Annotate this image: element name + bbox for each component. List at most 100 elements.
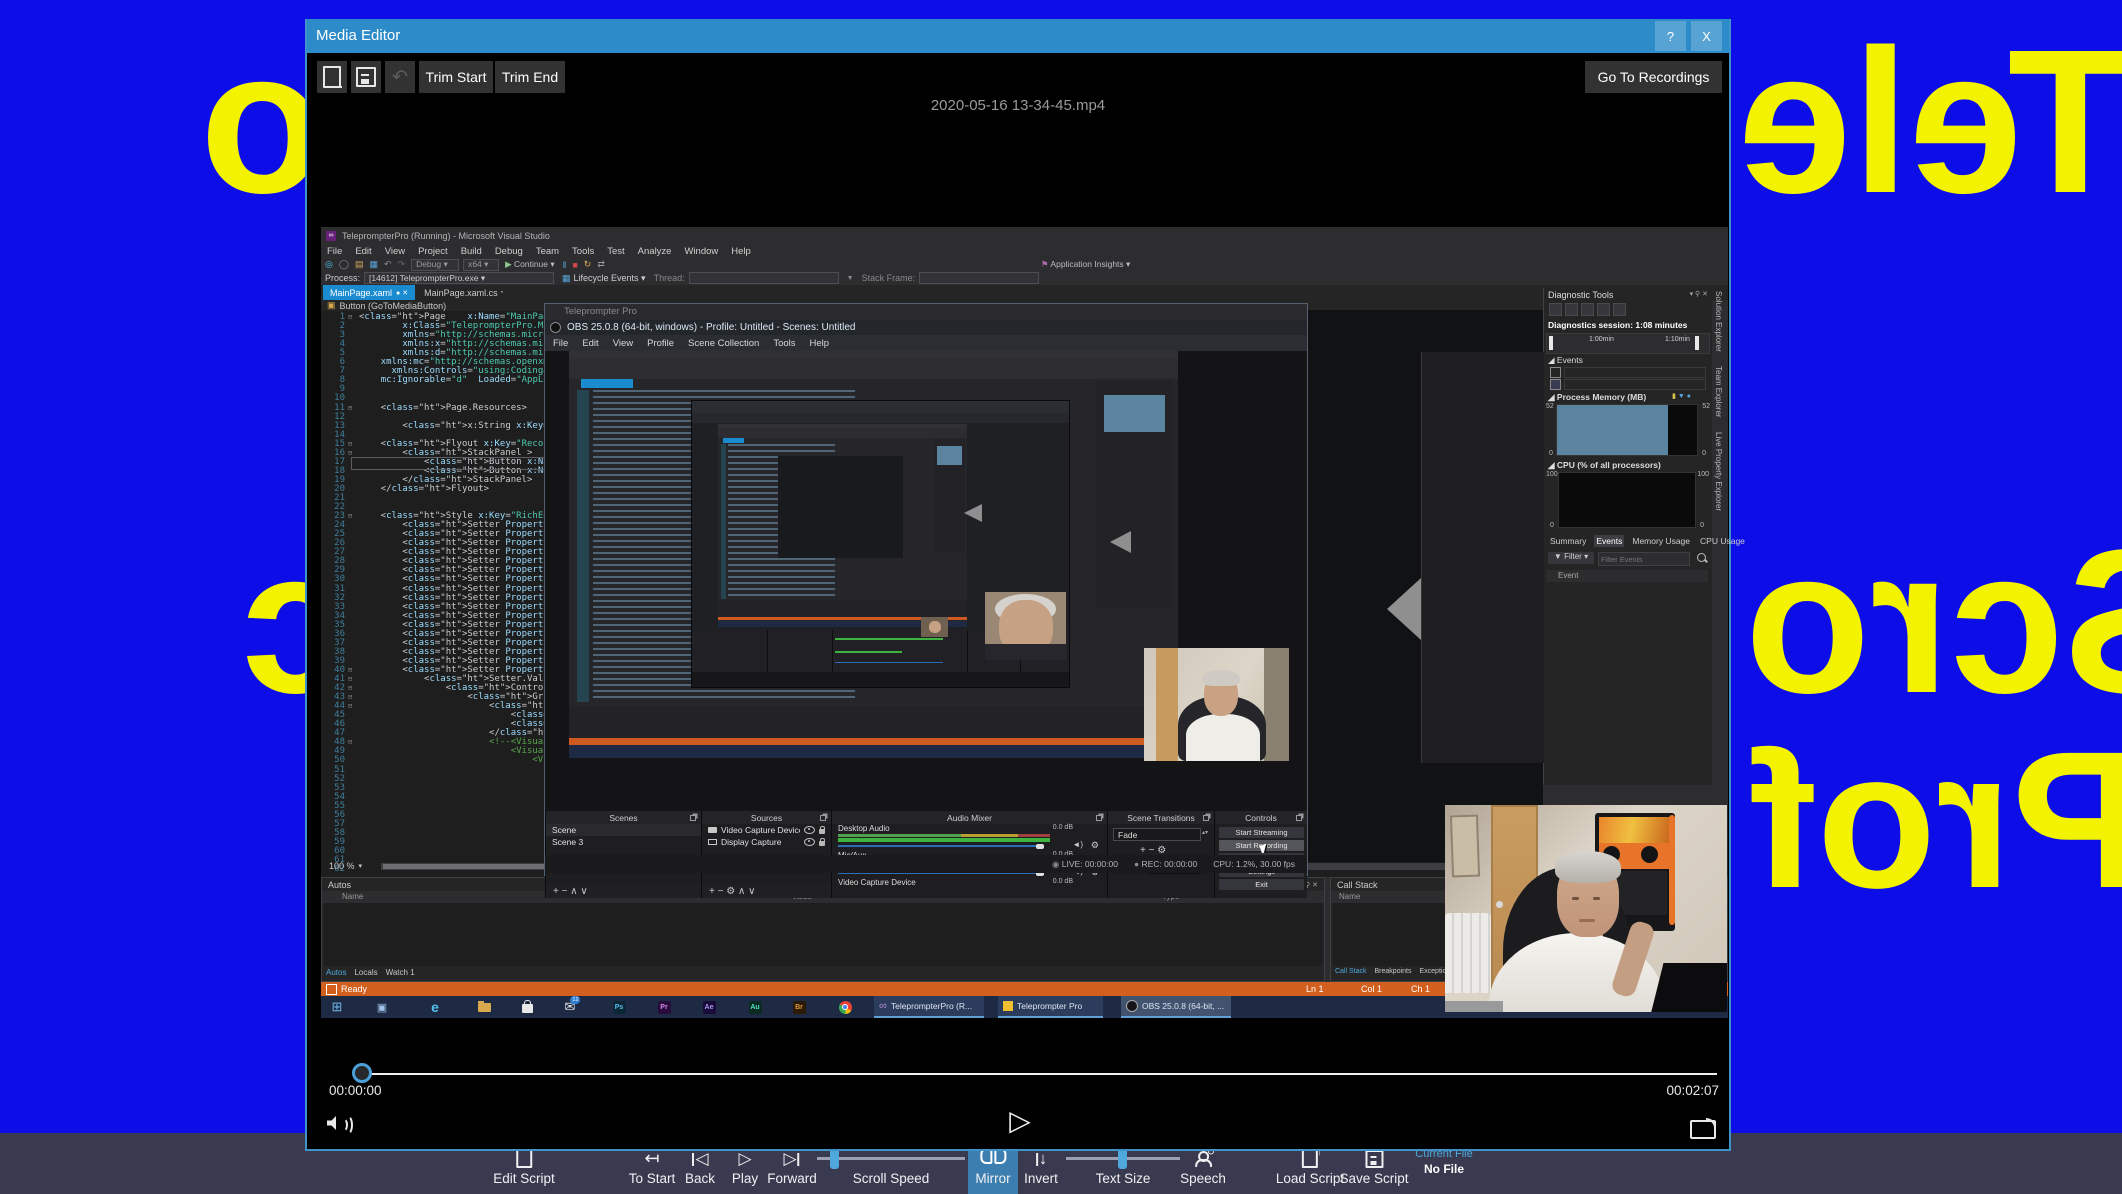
sources-toolbar[interactable]: + − ⚙ ∧ ∨ bbox=[702, 885, 831, 898]
fold-marker[interactable]: ⊟ bbox=[348, 440, 352, 449]
search-icon[interactable] bbox=[1697, 553, 1706, 562]
taskbar-task-view-icon[interactable]: ▣ bbox=[371, 996, 393, 1018]
vs-menu-file[interactable]: File bbox=[327, 246, 342, 257]
bar-item-text-size[interactable]: Text Size bbox=[1096, 1148, 1151, 1186]
bar-item-invert[interactable]: ↓ Invert bbox=[1024, 1148, 1058, 1187]
taskbar-audition-icon[interactable]: Au bbox=[744, 996, 766, 1018]
volume-icon[interactable] bbox=[327, 1114, 353, 1135]
diagnostics-toolbar-icon[interactable] bbox=[1581, 303, 1594, 316]
diag-tab-summary[interactable]: Summary bbox=[1548, 535, 1588, 547]
trim-start-button[interactable]: Trim Start bbox=[419, 61, 493, 93]
tab-breakpoints[interactable]: Breakpoints bbox=[1375, 968, 1412, 980]
bar-item-save-script[interactable]: Save Script bbox=[1339, 1148, 1409, 1186]
vs-menu-test[interactable]: Test bbox=[607, 246, 624, 257]
diagnostics-toolbar-icon[interactable] bbox=[1597, 303, 1610, 316]
diagnostics-toolbar-icon[interactable] bbox=[1565, 303, 1578, 316]
bar-item-edit-script[interactable]: Edit Script bbox=[493, 1148, 555, 1186]
taskbar-button-obs[interactable]: OBS 25.0.8 (64-bit, ... bbox=[1121, 996, 1231, 1018]
obs-menu-help[interactable]: Help bbox=[810, 338, 830, 349]
panel-body[interactable] bbox=[324, 903, 1322, 966]
fold-marker[interactable]: ⊟ bbox=[348, 666, 352, 675]
obs-menu-edit[interactable]: Edit bbox=[582, 338, 598, 349]
bar-item-to-start[interactable]: ↤ To Start bbox=[629, 1148, 676, 1186]
volume-slider[interactable] bbox=[838, 845, 1044, 847]
fold-marker[interactable]: ⊟ bbox=[348, 693, 352, 702]
taskbar-after-effects-icon[interactable]: Ae bbox=[698, 996, 720, 1018]
stack-frame-dropdown[interactable] bbox=[919, 272, 1040, 284]
vs-menu-project[interactable]: Project bbox=[418, 246, 448, 257]
side-tab-solution-explorer[interactable]: Solution Explorer bbox=[1714, 291, 1723, 352]
obs-titlebar[interactable]: OBS 25.0.8 (64-bit, windows) - Profile: … bbox=[545, 320, 1307, 335]
taskbar-button-teleprompter[interactable]: Teleprompter Pro bbox=[998, 996, 1103, 1018]
go-to-recordings-button[interactable]: Go To Recordings bbox=[1585, 61, 1722, 93]
diag-tab-events[interactable]: Events bbox=[1594, 535, 1625, 547]
filter-button[interactable]: ▼ Filter ▾ bbox=[1548, 552, 1594, 564]
taskbar-photoshop-icon[interactable]: Ps bbox=[608, 996, 630, 1018]
restart-icon[interactable]: ↻ bbox=[584, 259, 592, 270]
visibility-icon[interactable] bbox=[804, 826, 815, 834]
circle-icon[interactable]: ◯ bbox=[339, 259, 349, 270]
panel-controls[interactable]: ▾ ⚲ ✕ bbox=[1690, 290, 1708, 298]
dock-popout-icon[interactable] bbox=[1296, 815, 1302, 821]
tab-locals[interactable]: Locals bbox=[354, 968, 377, 980]
fold-marker[interactable]: ⊟ bbox=[348, 512, 352, 521]
bar-item-forward[interactable]: ▷ Forward bbox=[767, 1148, 817, 1187]
target-icon[interactable]: ◎ bbox=[325, 259, 333, 270]
bar-item-mirror[interactable]: Mirror bbox=[975, 1148, 1011, 1186]
vs-tab-mainpage.xaml.cs[interactable]: MainPage.xaml.cs ▪ bbox=[417, 285, 510, 300]
lock-icon[interactable] bbox=[819, 838, 825, 846]
taskbar-edge-icon[interactable]: e bbox=[424, 996, 446, 1018]
vs-menu-window[interactable]: Window bbox=[684, 246, 718, 257]
redo-icon[interactable]: ↷ bbox=[398, 259, 406, 270]
bar-item-play[interactable]: ▷ Play bbox=[732, 1148, 758, 1187]
transition-dropdown[interactable]: Fade bbox=[1113, 828, 1201, 841]
taskbar-file-explorer-icon[interactable] bbox=[473, 996, 495, 1018]
debug-config-dropdown[interactable]: Debug ▾ bbox=[411, 258, 460, 271]
diagnostics-toolbar-icon[interactable] bbox=[1613, 303, 1626, 316]
filter-events-input[interactable] bbox=[1598, 552, 1690, 566]
visibility-icon[interactable] bbox=[804, 838, 815, 846]
seek-bar[interactable] bbox=[362, 1073, 1717, 1075]
fold-marker[interactable]: ⊟ bbox=[348, 404, 352, 413]
transition-spinner[interactable]: ▴▾ bbox=[1202, 829, 1208, 836]
diag-tab-memory-usage[interactable]: Memory Usage bbox=[1630, 535, 1692, 547]
diagnostics-timeline-ruler[interactable]: 1:00min 1:10min bbox=[1546, 333, 1710, 354]
window-titlebar[interactable]: Media Editor bbox=[307, 19, 1729, 53]
tab-watch-1[interactable]: Watch 1 bbox=[386, 968, 415, 980]
trim-end-button[interactable]: Trim End bbox=[495, 61, 565, 93]
taskbar-button-visual-studio[interactable]: ∞ TeleprompterPro (R... bbox=[874, 996, 984, 1018]
taskbar-mail-icon[interactable]: ✉ 12 bbox=[559, 996, 581, 1018]
taskbar-premiere-icon[interactable]: Pr bbox=[653, 996, 675, 1018]
vs-menu-tools[interactable]: Tools bbox=[572, 246, 594, 257]
dock-popout-icon[interactable] bbox=[1203, 815, 1209, 821]
vs-menu-build[interactable]: Build bbox=[461, 246, 482, 257]
stop-icon[interactable]: ■ bbox=[572, 260, 577, 270]
obs-menu-profile[interactable]: Profile bbox=[647, 338, 674, 349]
undo-button[interactable]: ↶ bbox=[385, 61, 415, 93]
taskbar-start-icon[interactable]: ⊞ bbox=[326, 996, 348, 1018]
cast-icon[interactable] bbox=[1690, 1118, 1716, 1139]
save-icon[interactable]: ▦ bbox=[369, 259, 378, 270]
fold-marker[interactable]: ⊟ bbox=[348, 738, 352, 747]
vs-menu-debug[interactable]: Debug bbox=[495, 246, 523, 257]
bar-item-scroll-speed[interactable]: Scroll Speed bbox=[853, 1148, 930, 1186]
source-item[interactable]: Display Capture bbox=[702, 836, 831, 848]
bar-item-load-script[interactable]: ↑ Load Script bbox=[1276, 1147, 1344, 1186]
fold-marker[interactable]: ⊟ bbox=[348, 675, 352, 684]
dock-popout-icon[interactable] bbox=[1096, 815, 1102, 821]
tab-autos[interactable]: Autos bbox=[326, 968, 346, 980]
step-icon[interactable]: ⇄ bbox=[597, 259, 605, 270]
obs-menu-view[interactable]: View bbox=[613, 338, 633, 349]
tab-call-stack[interactable]: Call Stack bbox=[1335, 968, 1367, 980]
lifecycle-events-button[interactable]: Lifecycle Events ▾ bbox=[574, 273, 646, 284]
play-icon[interactable]: ▷ bbox=[1000, 1104, 1040, 1137]
folder-icon[interactable]: ▤ bbox=[355, 259, 364, 270]
seek-handle[interactable] bbox=[352, 1063, 372, 1083]
help-button[interactable]: ? bbox=[1655, 21, 1686, 51]
vs-menu-edit[interactable]: Edit bbox=[355, 246, 371, 257]
gear-icon[interactable]: ⚙ bbox=[1091, 840, 1099, 851]
vs-menu-team[interactable]: Team bbox=[536, 246, 559, 257]
scene-item[interactable]: Scene bbox=[546, 824, 701, 836]
side-tab-team-explorer[interactable]: Team Explorer bbox=[1714, 366, 1723, 418]
diag-tab-cpu-usage[interactable]: CPU Usage bbox=[1698, 535, 1747, 547]
